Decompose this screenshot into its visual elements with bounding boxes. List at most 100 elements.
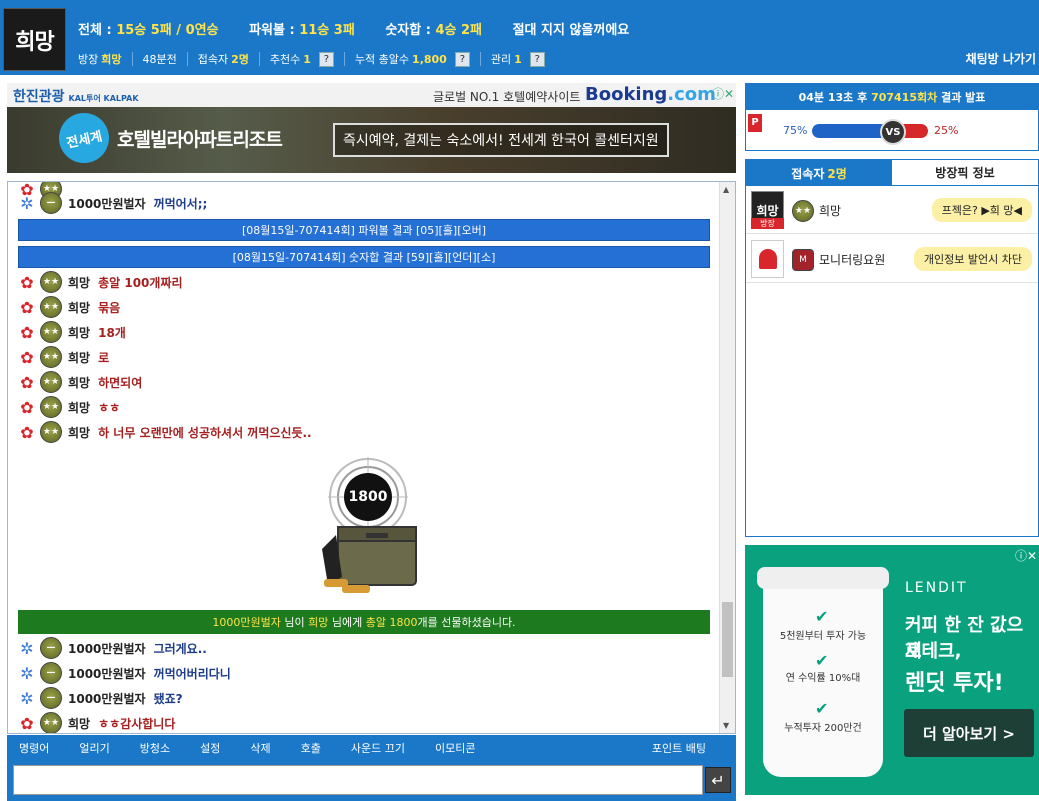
hotel-ad-banner[interactable]: 한진관광 KAL투어 KALPAK 글로벌 NO.1 호텔예약사이트 Bookin… [7, 83, 736, 173]
chat-message: ✿ ★★ 희망 묶음 [18, 295, 120, 319]
user-icon: ✿ [20, 322, 34, 342]
ad-slogan: 글로벌 NO.1 호텔예약사이트 [433, 90, 581, 104]
cup-lid [757, 567, 889, 589]
ad-info-icon[interactable]: ⓘ✕ [712, 85, 734, 102]
tab-host-pick[interactable]: 방장픽 정보 [892, 160, 1038, 186]
sum-value: 4승 2패 [435, 23, 483, 38]
game-time: 48분전 [142, 53, 177, 66]
user-icon: ✲ [20, 663, 34, 683]
chat-message: ✿ ★★ 희망 총알 100개짜리 [18, 270, 183, 294]
toolbar-emoticon[interactable]: 이모티콘 [435, 740, 475, 756]
recommend-label: 추천수 [269, 53, 301, 66]
lendit-ad[interactable]: ✔ 5천원부터 투자 가능 ✔ 연 수익률 10%대 ✔ 누적투자 200만건 … [745, 545, 1039, 795]
total-value: 15승 5패 / 0연승 [116, 23, 219, 38]
tab-users-count: 2명 [827, 166, 847, 181]
user-icon: ✿ [20, 347, 34, 367]
message-text: 로 [98, 350, 110, 365]
message-text: 묶음 [98, 300, 121, 315]
user-row[interactable]: 희망 방장 ★★ 희망 프젝은? ▶희 망◀ [746, 186, 1038, 234]
system-result: [08월15일-707414회] 숫자합 결과 [59][홀][언더][소] [18, 246, 710, 268]
avatar: — [40, 662, 62, 684]
toolbar-sound-off[interactable]: 사운드 끄기 [351, 740, 405, 756]
total-label: 전체 : [78, 23, 112, 38]
message-author[interactable]: 1000만원벌자 [68, 665, 146, 682]
chat-scrollbar[interactable]: ▲ ▼ [719, 182, 735, 733]
message-author[interactable]: 1000만원벌자 [68, 690, 146, 707]
host-value: 희망 [101, 53, 122, 66]
powerball-label: 파워볼 : [249, 23, 295, 38]
gift-animation: 1800 [308, 457, 428, 597]
chat-area[interactable]: ✿ ★★ ✲ — 1000만원벌자 꺼먹어서;; [08월15일-707414회] 파워… [7, 181, 736, 734]
toolbar-freeze[interactable]: 얼리기 [79, 740, 109, 756]
scroll-down-icon[interactable]: ▼ [723, 721, 729, 730]
message-text: 꺼먹어서;; [153, 196, 208, 211]
avatar: ★★ [40, 321, 62, 343]
point-betting-button[interactable]: 포인트 배팅 [652, 740, 706, 756]
header: 희망 전체 : 15승 5패 / 0연승 파워볼 : 11승 3패 숫자합 : … [0, 0, 1039, 75]
avatar: ★★ [40, 296, 62, 318]
message-author[interactable]: 희망 [68, 299, 90, 316]
user-row[interactable]: M 모니터링요원 개인정보 발언시 차단 [746, 235, 1038, 283]
tab-users[interactable]: 접속자 2명 [746, 160, 892, 186]
message-author[interactable]: 희망 [68, 274, 90, 291]
avatar: — [40, 637, 62, 659]
admin-value: 1 [514, 52, 522, 66]
toolbar-command[interactable]: 명령어 [19, 740, 49, 756]
gift-mid2: 님에게 [328, 616, 366, 629]
recommend-value: 1 [303, 52, 311, 66]
message-author[interactable]: 희망 [68, 399, 90, 416]
gift-to: 희망 [308, 616, 329, 629]
chat-message: ✿ ★★ 희망 ㅎㅎ [18, 395, 120, 419]
users-label: 접속자 [197, 53, 229, 66]
chat-input[interactable] [13, 765, 703, 795]
users-value: 2명 [231, 53, 249, 66]
chat-message: ✲ — 1000만원벌자 꺼먹어버리다니 [18, 661, 231, 685]
result-post: 결과 발표 [937, 91, 986, 104]
scroll-up-icon[interactable]: ▲ [723, 185, 729, 194]
chat-input-bar: ↵ [7, 760, 736, 801]
admin-help-button[interactable]: ? [529, 51, 545, 67]
tab-users-label: 접속자 [791, 166, 825, 181]
message-author[interactable]: 1000만원벌자 [68, 195, 146, 212]
message-author[interactable]: 희망 [68, 349, 90, 366]
learn-more-button[interactable]: 더 알아보기 > [904, 709, 1034, 757]
message-author[interactable]: 희망 [68, 424, 90, 441]
toolbar-clean[interactable]: 방청소 [140, 740, 170, 756]
avatar: ★★ [40, 396, 62, 418]
ad-hotel-text: 호텔빌라아파트리조트 [117, 129, 283, 151]
chat-message: ✿ ★★ 희망 18개 [18, 320, 126, 344]
ad-headline-3: 렌딧 투자! [905, 671, 1004, 696]
right-percent: 25% [934, 124, 959, 137]
check-icon: ✔ [815, 607, 829, 626]
message-author[interactable]: 희망 [68, 324, 90, 341]
message-author[interactable]: 1000만원벌자 [68, 640, 146, 657]
gift-help-button[interactable]: ? [454, 51, 470, 67]
message-text: 18개 [98, 325, 126, 340]
host-badge: 방장 [751, 218, 784, 229]
send-enter-icon[interactable]: ↵ [705, 767, 731, 793]
gift-label: 누적 총알수 [354, 53, 410, 66]
recommend-help-button[interactable]: ? [318, 51, 334, 67]
message-author[interactable]: 희망 [68, 374, 90, 391]
message-text: 하 너무 오랜만에 성공하셔서 꺼먹으신듯.. [98, 425, 312, 440]
cup-text-2: 연 수익률 10%대 [785, 673, 861, 684]
scroll-thumb[interactable] [722, 602, 733, 677]
toolbar-call[interactable]: 호출 [301, 740, 321, 756]
user-icon: ✿ [20, 713, 34, 733]
exit-room-button[interactable]: 채팅방 나가기 [966, 50, 1036, 67]
toolbar-delete[interactable]: 삭제 [250, 740, 270, 756]
check-icon: ✔ [815, 699, 829, 718]
ad-info-icon[interactable]: ⓘ✕ [1015, 547, 1037, 564]
chat-message: ✲ — 1000만원벌자 그러게요.. [18, 636, 207, 660]
toolbar-settings[interactable]: 설정 [200, 740, 220, 756]
system-result: [08월15일-707414회] 파워볼 결과 [05][홀][오버] [18, 219, 710, 241]
user-name: 모니터링요원 [819, 253, 886, 267]
ad-headline-2: 재테크, [905, 641, 962, 662]
avatar: ★★ [40, 271, 62, 293]
message-text: 됐죠? [153, 691, 183, 706]
siren-icon [751, 240, 784, 278]
gift-value: 1,800 [412, 52, 447, 66]
powerball-value: 11승 3패 [299, 23, 355, 38]
message-author[interactable]: 희망 [68, 715, 90, 732]
user-icon: ✲ [20, 688, 34, 708]
